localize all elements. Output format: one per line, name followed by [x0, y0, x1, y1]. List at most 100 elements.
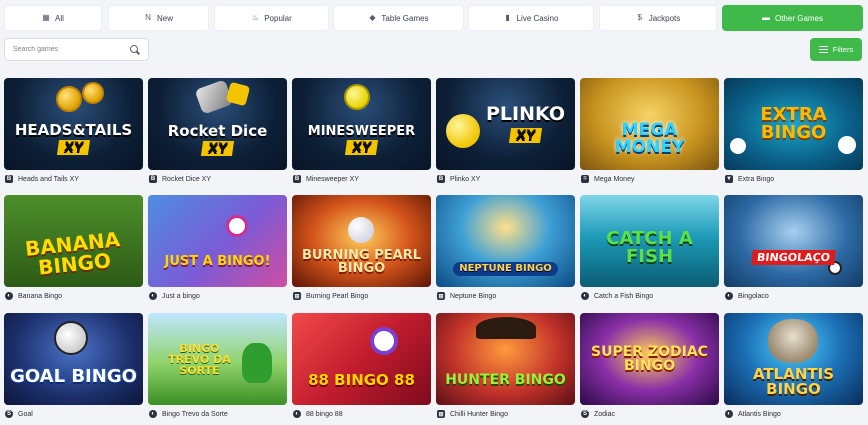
game-title[interactable]: Heads and Tails XY	[18, 176, 79, 183]
game-art-title: SUPER ZODIAC BINGO	[591, 344, 708, 374]
game-thumbnail[interactable]: Rocket Dice XY	[148, 78, 287, 170]
game-card[interactable]: MEGA MONEY = Mega Money	[580, 78, 719, 188]
tab-label: Popular	[264, 13, 292, 23]
bingo-ball-icon	[370, 327, 398, 355]
live-icon: ▮	[505, 13, 510, 22]
game-card[interactable]: ATLANTIS BINGO ◐ Atlantis Bingo	[724, 313, 863, 423]
game-card[interactable]: 88 BINGO 88 ◐ 88 bingo 88	[292, 313, 431, 423]
game-thumbnail[interactable]: 88 BINGO 88	[292, 313, 431, 405]
game-card[interactable]: HUNTER BINGO ⊞ Chilli Hunter Bingo	[436, 313, 575, 423]
game-thumbnail[interactable]: NEPTUNE BINGO	[436, 195, 575, 287]
game-card[interactable]: EXTRA BINGO ▼ Extra Bingo	[724, 78, 863, 188]
game-card[interactable]: HEADS&TAILS XY B Heads and Tails XY	[4, 78, 143, 188]
gamepad-icon: ▬	[761, 13, 770, 22]
game-thumbnail[interactable]: HUNTER BINGO	[436, 313, 575, 405]
filters-button[interactable]: Filters	[810, 38, 862, 61]
tab-new[interactable]: N New	[108, 5, 209, 31]
tab-live-casino[interactable]: ▮ Live Casino	[468, 5, 594, 31]
poseidon-icon	[768, 319, 818, 363]
game-title[interactable]: Neptune Bingo	[450, 293, 496, 300]
game-title[interactable]: Minesweeper XY	[306, 176, 359, 183]
game-thumbnail[interactable]: GOAL BINGO	[4, 313, 143, 405]
game-card[interactable]: JUST A BINGO! ◐ Just a bingo	[148, 195, 287, 305]
filters-label: Filters	[832, 45, 854, 54]
game-card[interactable]: CATCH A FISH ◐ Catch a Fish Bingo	[580, 195, 719, 305]
provider-icon: ◐	[581, 292, 589, 300]
game-title[interactable]: Extra Bingo	[738, 176, 774, 183]
game-thumbnail[interactable]: MEGA MONEY	[580, 78, 719, 170]
game-art-title: GOAL BINGO	[10, 366, 137, 387]
game-thumbnail[interactable]: ATLANTIS BINGO	[724, 313, 863, 405]
game-art-title: BANANA BINGO	[23, 227, 122, 280]
game-card[interactable]: PLINKO XY B Plinko XY	[436, 78, 575, 188]
provider-icon: B	[5, 175, 13, 183]
tab-all[interactable]: ▦ All	[4, 5, 102, 31]
game-art-title: BINGO TREVO DA SORTE	[168, 341, 231, 377]
game-title[interactable]: Just a bingo	[162, 293, 200, 300]
new-icon: N	[145, 13, 151, 22]
game-title[interactable]: 88 bingo 88	[306, 411, 343, 418]
game-art-title: NEPTUNE BINGO	[453, 261, 558, 276]
game-art-title: JUST A BINGO!	[164, 253, 271, 269]
game-card[interactable]: MINESWEEPER XY B Minesweeper XY	[292, 78, 431, 188]
search-box	[4, 38, 149, 61]
game-art-title: Rocket Dice	[167, 122, 268, 140]
game-title[interactable]: Banana Bingo	[18, 293, 62, 300]
game-title[interactable]: Bingolaco	[738, 293, 769, 300]
game-title[interactable]: Plinko XY	[450, 176, 480, 183]
tab-table-games[interactable]: ◆ Table Games	[333, 5, 464, 31]
game-title[interactable]: Burning Pearl Bingo	[306, 293, 368, 300]
game-thumbnail[interactable]: BINGO TREVO DA SORTE	[148, 313, 287, 405]
provider-icon: ◐	[149, 292, 157, 300]
game-art-title: BINGOLAÇO	[751, 249, 836, 265]
game-thumbnail[interactable]: HEADS&TAILS XY	[4, 78, 143, 170]
game-title[interactable]: Chilli Hunter Bingo	[450, 411, 508, 418]
game-card[interactable]: GOAL BINGO S Goal	[4, 313, 143, 423]
game-title[interactable]: Goal	[18, 411, 33, 418]
game-thumbnail[interactable]: JUST A BINGO!	[148, 195, 287, 287]
game-art-sub: XY	[200, 141, 235, 156]
tab-label: Other Games	[774, 13, 823, 23]
tab-other-games[interactable]: ▬ Other Games	[722, 5, 863, 31]
game-title[interactable]: Zodiac	[594, 411, 615, 418]
game-card[interactable]: BURNING PEARL BINGO ⊞ Burning Pearl Bing…	[292, 195, 431, 305]
search-input[interactable]	[13, 46, 113, 53]
pearl-icon	[348, 217, 374, 243]
game-card[interactable]: BINGO TREVO DA SORTE ◐ Bingo Trevo da So…	[148, 313, 287, 423]
game-card[interactable]: BINGOLAÇO ◐ Bingolaco	[724, 195, 863, 305]
game-thumbnail[interactable]: MINESWEEPER XY	[292, 78, 431, 170]
sombrero-icon	[476, 317, 536, 339]
game-title[interactable]: Catch a Fish Bingo	[594, 293, 653, 300]
game-title[interactable]: Mega Money	[594, 176, 634, 183]
provider-icon: ◐	[725, 292, 733, 300]
game-art-title: HUNTER BINGO	[445, 372, 566, 388]
game-thumbnail[interactable]: BURNING PEARL BINGO	[292, 195, 431, 287]
provider-icon: ▼	[725, 175, 733, 183]
game-art-title: PLINKO	[485, 103, 566, 125]
game-thumbnail[interactable]: EXTRA BINGO	[724, 78, 863, 170]
game-thumbnail[interactable]: BANANA BINGO	[4, 195, 143, 287]
tab-popular[interactable]: ♨ Popular	[214, 5, 329, 31]
provider-icon: ◐	[149, 410, 157, 418]
game-card[interactable]: SUPER ZODIAC BINGO S Zodiac	[580, 313, 719, 423]
game-art-title: MINESWEEPER	[307, 124, 416, 139]
search-icon[interactable]	[130, 44, 140, 55]
game-title[interactable]: Atlantis Bingo	[738, 411, 781, 418]
game-thumbnail[interactable]: SUPER ZODIAC BINGO	[580, 313, 719, 405]
game-thumbnail[interactable]: CATCH A FISH	[580, 195, 719, 287]
game-card[interactable]: BANANA BINGO ◐ Banana Bingo	[4, 195, 143, 305]
game-title[interactable]: Rocket Dice XY	[162, 176, 211, 183]
provider-icon: B	[293, 175, 301, 183]
flame-icon: ♨	[251, 13, 259, 22]
provider-icon: ◐	[293, 410, 301, 418]
provider-icon: S	[5, 410, 13, 418]
tab-jackpots[interactable]: $ Jackpots	[599, 5, 717, 31]
leprechaun-icon	[242, 343, 272, 383]
category-tabs: ▦ All N New ♨ Popular ◆ Table Games ▮ Li…	[4, 5, 866, 31]
ball-icon	[446, 114, 480, 148]
game-thumbnail[interactable]: PLINKO XY	[436, 78, 575, 170]
game-title[interactable]: Bingo Trevo da Sorte	[162, 411, 228, 418]
game-card[interactable]: NEPTUNE BINGO ⊞ Neptune Bingo	[436, 195, 575, 305]
game-card[interactable]: Rocket Dice XY B Rocket Dice XY	[148, 78, 287, 188]
game-thumbnail[interactable]: BINGOLAÇO	[724, 195, 863, 287]
